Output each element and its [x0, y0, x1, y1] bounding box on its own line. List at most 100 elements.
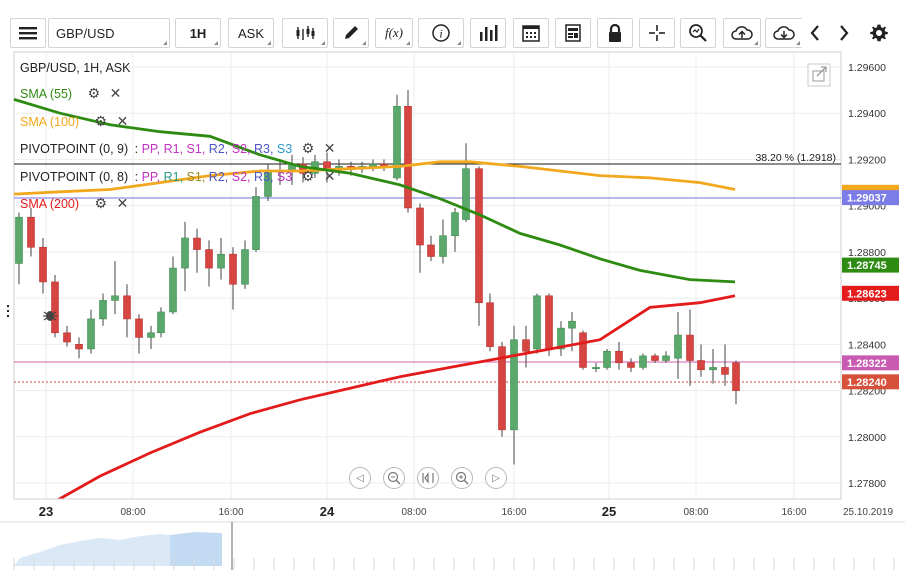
hour-tick-label: 16:00: [781, 507, 806, 518]
candle-body: [533, 295, 541, 350]
candle-body: [674, 334, 682, 359]
candle-body: [51, 281, 59, 334]
close-icon[interactable]: ✕: [324, 169, 336, 183]
pivot1-s1: S1,: [186, 142, 206, 156]
legend-sma100: SMA (100) ⚙ ✕: [20, 114, 128, 129]
candle-body: [721, 367, 729, 375]
candle-body: [603, 350, 611, 368]
candle-body: [404, 105, 412, 209]
candle-body: [217, 253, 225, 269]
pivot2-sep: :: [134, 170, 139, 184]
candle-body: [147, 332, 155, 338]
pivot2-r3: R3,: [253, 170, 274, 184]
scroll-forward-button[interactable]: ▷: [485, 467, 507, 489]
candle-body: [169, 267, 177, 313]
triangle-left-icon: ◁: [356, 472, 364, 484]
price-tag-label: 1.28623: [847, 288, 887, 300]
candle-body: [662, 355, 670, 361]
candle-body: [486, 302, 494, 347]
price-tick-label: 1.27800: [848, 478, 886, 490]
price-tick-label: 1.28800: [848, 247, 886, 259]
price-tick-label: 1.29200: [848, 154, 886, 166]
pivot1-r3: R3,: [253, 142, 274, 156]
candle-body: [75, 344, 83, 350]
zoom-out-icon: [387, 471, 401, 485]
sma55-label: SMA (55): [20, 87, 73, 101]
candle-body: [545, 295, 553, 350]
pivot2-name: PIVOTPOINT (0, 8): [20, 170, 129, 184]
candle-body: [205, 249, 213, 269]
zoom-in-button[interactable]: [451, 467, 473, 489]
candle-body: [369, 163, 377, 167]
drag-handle-icon[interactable]: [7, 305, 9, 317]
pivot2-pp: PP,: [141, 170, 161, 184]
candle-body: [709, 367, 717, 371]
hour-tick-label: 08:00: [401, 507, 426, 518]
price-tick-label: 1.29400: [848, 108, 886, 120]
candle-body: [135, 318, 143, 338]
price-tag-label: 1.28322: [847, 358, 887, 370]
price-axis[interactable]: 1.296001.294001.292001.290001.288001.286…: [842, 62, 899, 490]
candle-body: [229, 253, 237, 285]
date-label: 25.10.2019: [843, 507, 893, 518]
close-icon[interactable]: ✕: [117, 114, 129, 128]
candle-body: [63, 332, 71, 343]
legend-pivot2: PIVOTPOINT (0, 8) : PP, R1, S1, R2, S2, …: [20, 169, 335, 184]
candle-body: [252, 196, 260, 250]
price-tick-label: 1.28000: [848, 432, 886, 444]
candle-body: [451, 212, 459, 237]
candle-body: [579, 332, 587, 368]
candle-body: [510, 339, 518, 431]
legend-sma55: SMA (55) ⚙ ✕: [20, 86, 121, 101]
popout-icon[interactable]: [807, 63, 831, 87]
bug-icon[interactable]: [43, 311, 57, 321]
close-icon[interactable]: ✕: [110, 86, 122, 100]
candle-body: [27, 216, 35, 248]
legend-sma200: SMA (200) ⚙ ✕: [20, 196, 128, 211]
close-icon[interactable]: ✕: [117, 196, 129, 210]
candle-body: [427, 244, 435, 257]
candle-body: [181, 237, 189, 269]
gear-icon[interactable]: ⚙: [88, 86, 101, 100]
candle-body: [686, 334, 694, 361]
candle-body: [568, 320, 576, 329]
sma200-label: SMA (200): [20, 197, 80, 211]
reset-view-button[interactable]: [417, 467, 439, 489]
price-tag-label: 1.28240: [847, 377, 887, 389]
candle-body: [416, 207, 424, 246]
day-tick-label: 25: [602, 504, 616, 519]
legend-pivot1: PIVOTPOINT (0, 9) : PP, R1, S1, R2, S2, …: [20, 141, 335, 156]
pivot1-s3: S3: [276, 142, 293, 156]
day-tick-label: 23: [39, 504, 53, 519]
zoom-out-button[interactable]: [383, 467, 405, 489]
candle-body: [651, 355, 659, 361]
pivot2-r2: R2,: [208, 170, 229, 184]
pivot1-r1: R1,: [163, 142, 184, 156]
gear-icon[interactable]: ⚙: [302, 141, 315, 155]
candle-body: [157, 311, 165, 334]
chart-title: GBP/USD, 1H, ASK: [20, 61, 131, 75]
hour-tick-label: 08:00: [120, 507, 145, 518]
candle-body: [462, 168, 470, 220]
plot-area: [13, 51, 842, 500]
close-icon[interactable]: ✕: [324, 141, 336, 155]
hour-tick-label: 16:00: [218, 507, 243, 518]
pivot1-sep: :: [134, 142, 139, 156]
gear-icon[interactable]: ⚙: [95, 114, 108, 128]
scroll-back-button[interactable]: ◁: [349, 467, 371, 489]
gear-icon[interactable]: ⚙: [302, 169, 315, 183]
candle-body: [241, 249, 249, 285]
pivot2-s1: S1,: [186, 170, 206, 184]
candle-body: [99, 300, 107, 320]
candle-body: [15, 216, 23, 264]
candle-body: [111, 295, 119, 301]
candle-body: [439, 235, 447, 257]
candle-body: [627, 362, 635, 368]
candle-body: [475, 168, 483, 304]
candle-body: [39, 246, 47, 283]
gear-icon[interactable]: ⚙: [95, 196, 108, 210]
candle-body: [592, 367, 600, 369]
day-tick-label: 24: [320, 504, 335, 519]
candle-body: [732, 362, 740, 391]
pivot2-s3: S3: [276, 170, 293, 184]
